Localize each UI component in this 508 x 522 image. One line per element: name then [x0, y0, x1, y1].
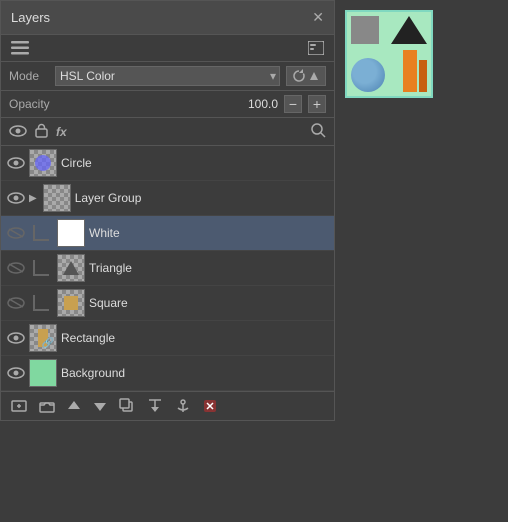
layer-item-background[interactable]: Background — [1, 356, 334, 391]
anchor-button[interactable] — [171, 396, 195, 416]
layer-thumb-rectangle: 🔗 — [29, 324, 57, 352]
mode-select-wrapper: HSL Color Normal Multiply Screen — [55, 66, 280, 86]
title-bar: Layers ✕ — [1, 1, 334, 35]
indent-line-triangle — [33, 260, 49, 276]
layer-name-group: Layer Group — [75, 191, 328, 205]
layer-item-rectangle[interactable]: 🔗 Rectangle — [1, 321, 334, 356]
delete-layer-button[interactable] — [199, 397, 221, 415]
move-up-button[interactable] — [63, 397, 85, 415]
stack-icon-button[interactable] — [7, 39, 33, 57]
layer-visibility-group[interactable] — [7, 192, 25, 204]
reset-mode-button[interactable] — [286, 66, 326, 86]
layer-visibility-triangle[interactable] — [7, 262, 25, 274]
layer-thumb-circle — [29, 149, 57, 177]
layer-item-circle[interactable]: Circle — [1, 146, 334, 181]
layer-name-rectangle: Rectangle — [61, 331, 328, 345]
opacity-label: Opacity — [9, 97, 59, 111]
layer-item-triangle[interactable]: Triangle — [1, 251, 334, 286]
merge-layers-button[interactable] — [143, 396, 167, 416]
opacity-value: 100.0 — [65, 97, 278, 111]
preview-earth — [351, 58, 385, 92]
layer-visibility-background[interactable] — [7, 367, 25, 379]
layer-name-square: Square — [89, 296, 328, 310]
layer-visibility-circle[interactable] — [7, 157, 25, 169]
mode-label: Mode — [9, 69, 49, 83]
layer-visibility-rectangle[interactable] — [7, 332, 25, 344]
layer-item-group[interactable]: ▶ Layer Group — [1, 181, 334, 216]
preview-orange-rect — [403, 50, 417, 92]
move-down-button[interactable] — [89, 397, 111, 415]
layer-thumb-background — [29, 359, 57, 387]
indent-line-square — [33, 295, 49, 311]
toolbar-row — [1, 35, 334, 62]
collapse-panel-button[interactable] — [304, 39, 328, 57]
preview-image — [345, 10, 433, 98]
layer-thumb-group — [43, 184, 71, 212]
mode-select[interactable]: HSL Color Normal Multiply Screen — [55, 66, 280, 86]
layer-thumb-triangle — [57, 254, 85, 282]
preview-area — [345, 10, 433, 98]
search-icon[interactable] — [310, 122, 326, 141]
new-layer-button[interactable] — [7, 396, 31, 416]
fx-icon[interactable]: fx — [56, 125, 67, 139]
visibility-toggle-icon[interactable] — [9, 124, 27, 140]
group-collapse-arrow[interactable]: ▶ — [29, 193, 37, 204]
layer-visibility-square[interactable] — [7, 297, 25, 309]
opacity-plus-button[interactable]: + — [308, 95, 326, 113]
layer-name-triangle: Triangle — [89, 261, 328, 275]
close-button[interactable]: ✕ — [312, 9, 324, 26]
new-group-button[interactable] — [35, 396, 59, 416]
bottom-toolbar — [1, 391, 334, 420]
layer-name-circle: Circle — [61, 156, 328, 170]
layers-list: Circle ▶ Layer Group — [1, 146, 334, 391]
layer-thumb-white — [57, 219, 85, 247]
layers-panel: Layers ✕ Mode HSL Color Normal — [0, 0, 335, 421]
preview-dark-square — [351, 16, 379, 44]
mode-row: Mode HSL Color Normal Multiply Screen — [1, 62, 334, 91]
preview-triangle — [391, 16, 427, 44]
tools-row: fx — [1, 118, 334, 146]
preview-thin-rect — [419, 60, 427, 92]
layer-item-white[interactable]: White — [1, 216, 334, 251]
layer-name-white: White — [89, 226, 328, 240]
lock-icon[interactable] — [35, 123, 48, 141]
panel-title: Layers — [11, 10, 50, 25]
layer-visibility-white[interactable] — [7, 227, 25, 239]
layer-name-background: Background — [61, 366, 328, 380]
layer-item-square[interactable]: Square — [1, 286, 334, 321]
indent-line-white — [33, 225, 49, 241]
opacity-minus-button[interactable]: − — [284, 95, 302, 113]
duplicate-layer-button[interactable] — [115, 396, 139, 416]
opacity-row: Opacity 100.0 − + — [1, 91, 334, 118]
layer-thumb-square — [57, 289, 85, 317]
